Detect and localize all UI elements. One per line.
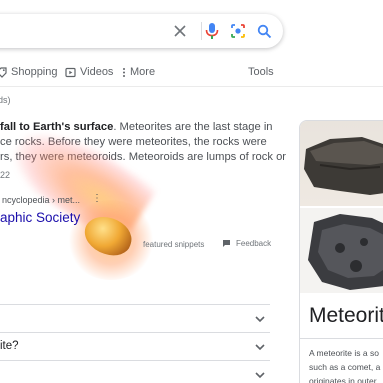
play-icon — [65, 67, 76, 77]
search-bar[interactable] — [0, 14, 283, 48]
snippet-line-1-rest: . Meteorites are the last stage in — [113, 121, 273, 133]
camera-lens-icon[interactable] — [228, 21, 248, 41]
chevron-down-icon — [255, 344, 265, 351]
knowledge-panel-image-1[interactable] — [300, 121, 383, 206]
google-results-page: Shopping Videos More Tools ds) fall to E… — [0, 0, 383, 383]
knowledge-panel-title: Meteorite — [309, 304, 383, 327]
tab-shopping-label: Shopping — [11, 66, 58, 78]
related-question-row[interactable]: ite? — [0, 332, 270, 361]
knowledge-panel: Meteorite A meteorite is a so such as a … — [299, 120, 383, 383]
tag-icon — [0, 66, 7, 78]
related-question-row[interactable] — [0, 360, 270, 383]
search-tabs: Shopping Videos More Tools — [0, 64, 383, 84]
chevron-down-icon — [255, 372, 265, 379]
source-url[interactable]: ncyclopedia › met... — [2, 195, 80, 205]
knowledge-panel-divider — [300, 338, 383, 339]
related-question-row[interactable] — [0, 304, 270, 333]
more-vert-icon — [123, 67, 125, 77]
kp-desc-line-3: originates in outer — [309, 376, 377, 383]
tab-more-label: More — [130, 66, 156, 78]
related-question-text: ite? — [0, 340, 19, 352]
source-title-link[interactable]: aphic Society — [0, 210, 80, 225]
tab-more[interactable]: More — [122, 66, 155, 78]
more-options-icon[interactable]: ⋮ — [92, 193, 102, 204]
knowledge-panel-description: A meteorite is a so such as a comet, a o… — [309, 346, 383, 383]
feedback-link[interactable]: Feedback — [222, 239, 271, 248]
microphone-icon[interactable] — [202, 21, 222, 41]
close-icon[interactable] — [170, 21, 190, 41]
feedback-icon — [223, 240, 230, 247]
feedback-label: Feedback — [236, 239, 272, 248]
about-featured-snippets-link[interactable]: featured snippets — [143, 240, 204, 249]
results-stats: ds) — [0, 95, 11, 105]
tabs-divider — [0, 86, 383, 87]
search-icon[interactable] — [254, 21, 274, 41]
tab-tools-label: Tools — [248, 66, 274, 78]
tab-shopping[interactable]: Shopping — [0, 66, 58, 78]
tab-tools[interactable]: Tools — [248, 66, 274, 78]
tab-videos-label: Videos — [80, 66, 114, 78]
chevron-down-icon — [255, 316, 265, 323]
tab-videos[interactable]: Videos — [65, 66, 113, 78]
kp-desc-line-1: A meteorite is a so — [309, 348, 379, 358]
kp-desc-line-2: such as a comet, a — [309, 362, 381, 372]
knowledge-panel-image-2[interactable] — [300, 208, 383, 293]
